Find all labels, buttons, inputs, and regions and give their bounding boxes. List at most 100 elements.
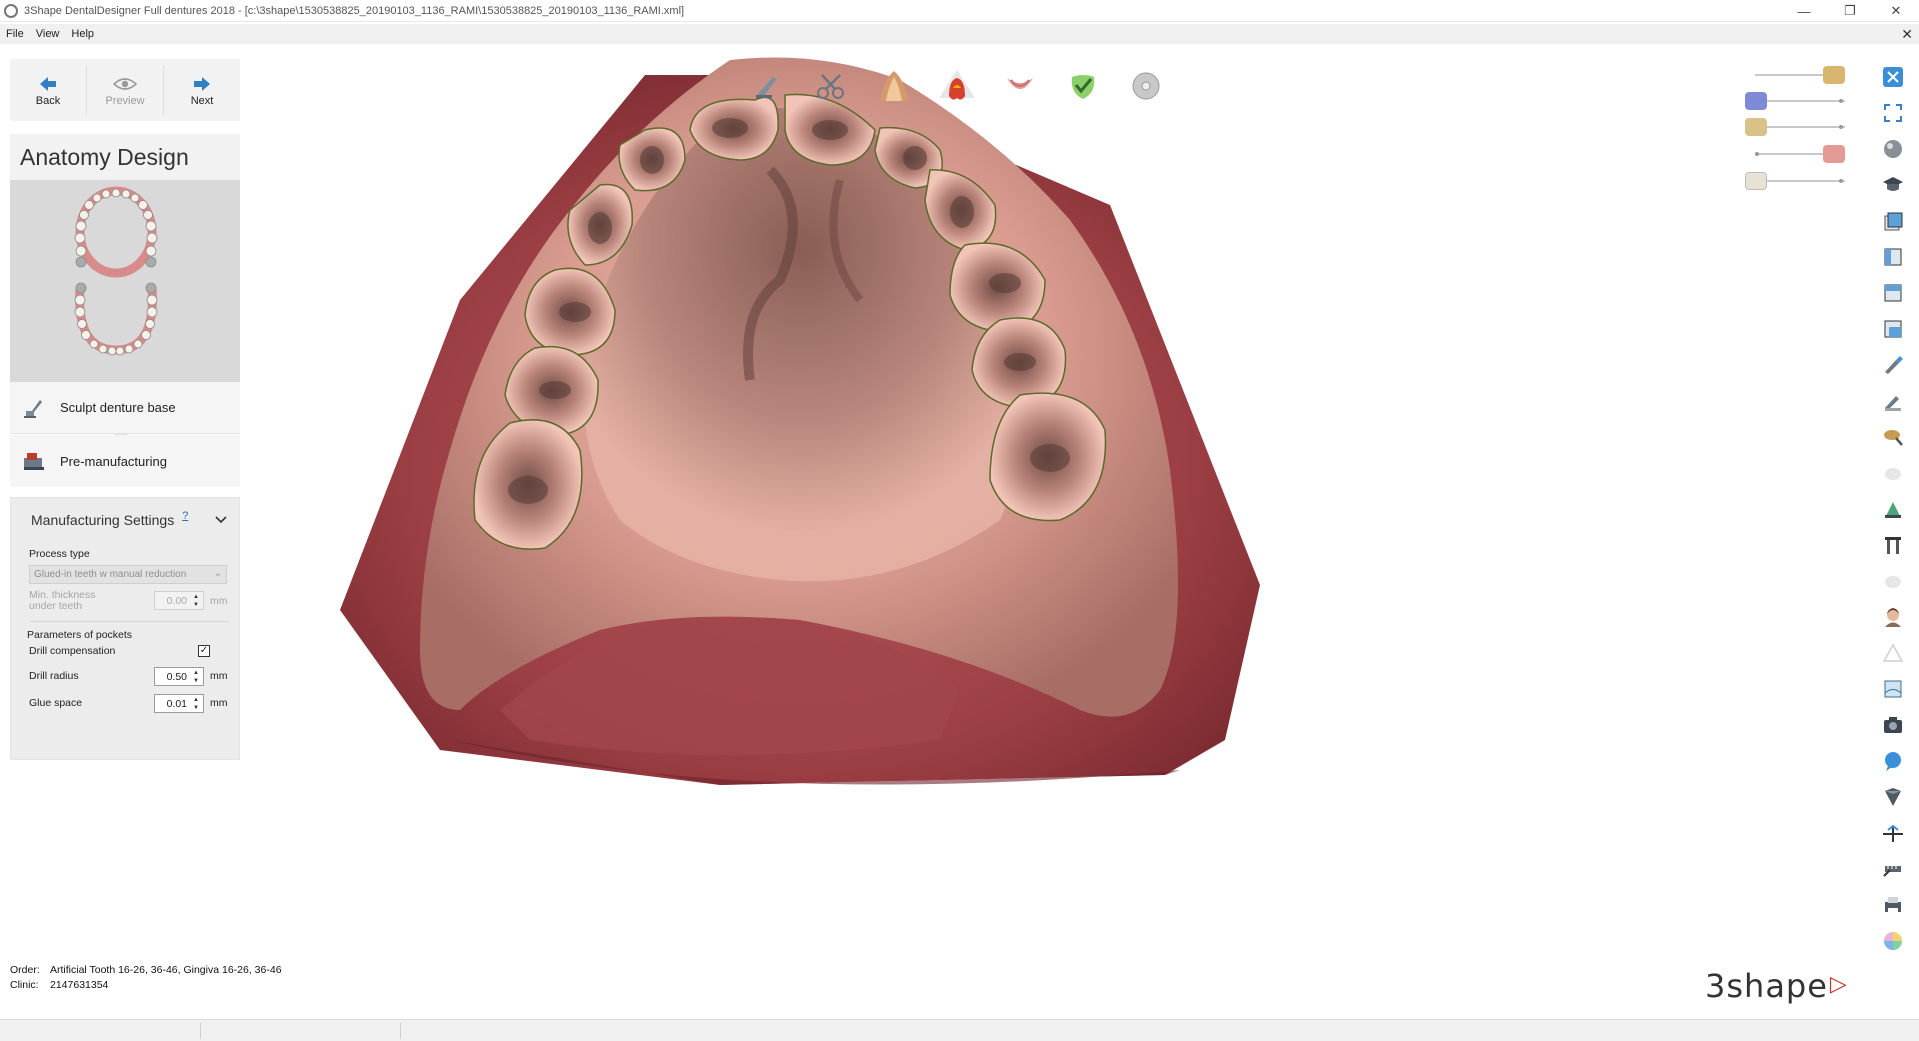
- color-wheel-icon[interactable]: [1880, 928, 1906, 954]
- workflow-toolbar: [748, 66, 1166, 106]
- tool-smooth-icon[interactable]: [1880, 424, 1906, 450]
- min-thickness-unit: mm: [210, 595, 228, 607]
- order-info: Order: Artificial Tooth 16-26, 36-46, Gin…: [10, 963, 282, 993]
- brand-logo: 3shape▷: [1705, 967, 1848, 1005]
- next-label: Next: [190, 95, 214, 107]
- step-pre-manufacturing[interactable]: Pre-manufacturing: [10, 435, 240, 487]
- preview-button[interactable]: Preview: [87, 59, 163, 121]
- glue-space-input[interactable]: 0.01 ▲ ▼: [154, 694, 204, 713]
- warning-icon: [1880, 640, 1906, 666]
- sculpt-knife-icon[interactable]: [748, 66, 788, 106]
- next-button[interactable]: Next: [164, 59, 240, 121]
- jaw-scan-icon[interactable]: [1745, 92, 1767, 110]
- step-sculpt-denture-base[interactable]: Sculpt denture base: [10, 382, 240, 434]
- drill-compensation-label: Drill compensation: [29, 645, 116, 657]
- fit-view-icon[interactable]: [1880, 100, 1906, 126]
- order-label: Order:: [10, 964, 40, 976]
- help-link[interactable]: ?: [182, 510, 188, 522]
- back-label: Back: [35, 95, 61, 107]
- close-document-button[interactable]: ✕: [1901, 26, 1913, 43]
- min-thickness-input: 0.00 ▲ ▼: [154, 591, 204, 610]
- tool-wax-icon[interactable]: [1880, 496, 1906, 522]
- tool-measure-icon[interactable]: [1880, 532, 1906, 558]
- close-view-icon[interactable]: [1880, 64, 1906, 90]
- spin-arrows-icon[interactable]: ▲ ▼: [191, 696, 201, 712]
- view-front-icon[interactable]: [1880, 208, 1906, 234]
- gingiva-icon[interactable]: [1823, 145, 1845, 163]
- drill-radius-label: Drill radius: [29, 670, 79, 682]
- glue-space-label: Glue space: [29, 697, 83, 709]
- lower-arch-icon: [75, 287, 157, 355]
- tooth-chart[interactable]: [10, 180, 240, 382]
- visibility-slider-3[interactable]: [1745, 116, 1845, 138]
- disc-icon[interactable]: [1126, 66, 1166, 106]
- view-side-icon[interactable]: [1880, 244, 1906, 270]
- spin-arrows-icon: ▲ ▼: [193, 594, 199, 608]
- menu-view[interactable]: View: [30, 28, 66, 40]
- visibility-slider-4[interactable]: [1745, 143, 1845, 165]
- view-bottom-icon[interactable]: [1880, 316, 1906, 342]
- glue-space-unit: mm: [210, 697, 228, 709]
- ruler-icon[interactable]: [1880, 856, 1906, 882]
- 3d-viewport[interactable]: [300, 50, 1560, 990]
- tool-brush2-icon[interactable]: [1880, 388, 1906, 414]
- print-icon[interactable]: [1880, 892, 1906, 918]
- graduation-cap-icon[interactable]: [1880, 172, 1906, 198]
- minimize-button[interactable]: —: [1781, 0, 1827, 22]
- gingiva-icon[interactable]: [1000, 66, 1040, 106]
- tooth-setup-icon[interactable]: [874, 66, 914, 106]
- active-tooth-icon[interactable]: [937, 66, 977, 106]
- view-top-icon[interactable]: [1880, 280, 1906, 306]
- menu-bar: File View Help ✕: [0, 24, 1919, 44]
- manufacturing-settings-title: Manufacturing Settings: [31, 512, 175, 528]
- tool-box-icon[interactable]: [1880, 676, 1906, 702]
- chevron-down-icon: ⌄: [213, 568, 222, 579]
- manufacturing-settings-panel: Manufacturing Settings ? Process type Gl…: [10, 497, 240, 760]
- process-type-value: Glued-in teeth w manual reduction: [34, 569, 187, 580]
- close-button[interactable]: ✕: [1873, 0, 1919, 22]
- spin-arrows-icon[interactable]: ▲ ▼: [191, 669, 201, 685]
- tooth-model-icon[interactable]: [1745, 118, 1767, 136]
- maximize-button[interactable]: ❐: [1827, 0, 1873, 22]
- tooth-model-icon[interactable]: [1823, 66, 1845, 84]
- step-sculpt-label: Sculpt denture base: [60, 400, 176, 415]
- tooth-white-icon[interactable]: [1745, 172, 1767, 190]
- scissors-icon[interactable]: [811, 66, 851, 106]
- min-thickness-label: Min. thickness under teeth: [29, 589, 96, 612]
- visibility-slider-2[interactable]: [1745, 90, 1845, 112]
- arrow-right-icon: [192, 73, 212, 95]
- drill-compensation-checkbox[interactable]: ✓: [198, 645, 210, 657]
- menu-help[interactable]: Help: [65, 28, 100, 40]
- camera-icon[interactable]: [1880, 712, 1906, 738]
- clinic-value: 2147631354: [50, 979, 109, 991]
- checkmark-tooth-icon[interactable]: [1063, 66, 1103, 106]
- drill-radius-input[interactable]: 0.50 ▲ ▼: [154, 667, 204, 686]
- right-toolbar: [1880, 64, 1910, 964]
- section-icon[interactable]: [1880, 820, 1906, 846]
- wizard-nav: Back Preview Next: [10, 59, 240, 121]
- pre-manufacturing-icon: [22, 449, 46, 473]
- render-mode-icon[interactable]: [1880, 136, 1906, 162]
- shield-icon[interactable]: [1880, 784, 1906, 810]
- tool-disabled2-icon: [1880, 568, 1906, 594]
- back-button[interactable]: Back: [10, 59, 86, 121]
- tool-brush-icon[interactable]: [1880, 352, 1906, 378]
- title-bar: 3Shape DentalDesigner Full dentures 2018…: [0, 0, 1919, 22]
- preview-label: Preview: [105, 95, 145, 107]
- app-logo-icon: [4, 3, 18, 18]
- menu-file[interactable]: File: [0, 28, 30, 40]
- clinic-label: Clinic:: [10, 979, 39, 991]
- collapse-chevron-icon[interactable]: [215, 512, 227, 527]
- sculpt-tool-icon: [22, 396, 46, 420]
- visibility-slider-5[interactable]: [1745, 170, 1845, 192]
- process-type-select[interactable]: Glued-in teeth w manual reduction ⌄: [29, 565, 227, 584]
- logo-triangle-icon: ▷: [1829, 972, 1848, 997]
- visibility-slider-1[interactable]: [1745, 64, 1845, 86]
- window-title: 3Shape DentalDesigner Full dentures 2018…: [24, 4, 685, 17]
- avatar-icon[interactable]: [1880, 604, 1906, 630]
- tool-disabled-icon: [1880, 460, 1906, 486]
- chat-icon[interactable]: [1880, 748, 1906, 774]
- pockets-label: Parameters of pockets: [27, 629, 133, 641]
- status-bar: [0, 1019, 1919, 1041]
- page-title: Anatomy Design: [10, 134, 240, 180]
